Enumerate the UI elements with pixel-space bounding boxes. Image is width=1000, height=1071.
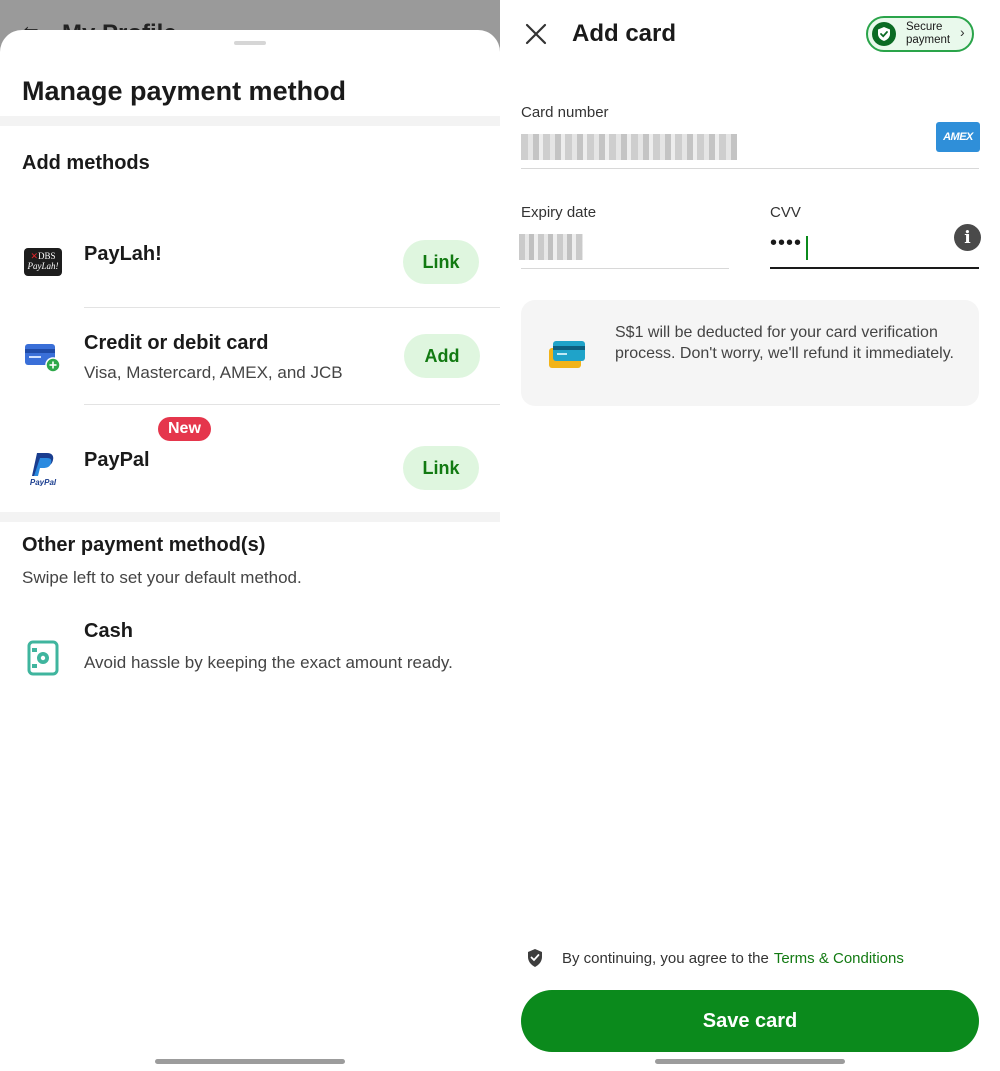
amex-logo-icon: AMEX — [936, 122, 980, 152]
section-divider — [0, 512, 500, 522]
terms-row: By continuing, you agree to the Terms & … — [526, 948, 904, 968]
swipe-hint: Swipe left to set your default method. — [22, 568, 302, 587]
secure-payment-badge[interactable]: Secure payment › — [866, 16, 974, 52]
page-title: Manage payment method — [22, 76, 347, 106]
expiry-date-label: Expiry date — [521, 204, 597, 221]
cvv-input[interactable]: •••• — [770, 232, 802, 255]
credit-card-title: Credit or debit card — [84, 332, 269, 354]
chevron-right-icon: › — [960, 24, 965, 40]
svg-text:PayPal: PayPal — [30, 478, 57, 486]
cvv-underline — [770, 267, 979, 269]
section-divider — [0, 116, 500, 126]
home-indicator — [655, 1059, 845, 1064]
link-paypal-button[interactable]: Link — [403, 446, 479, 490]
shield-check-icon — [528, 949, 542, 967]
link-paylah-button[interactable]: Link — [403, 240, 479, 284]
save-card-button[interactable]: Save card — [521, 990, 979, 1052]
card-number-label: Card number — [521, 104, 609, 121]
shield-check-icon — [872, 22, 896, 46]
verification-notice: S$1 will be deducted for your card verif… — [521, 300, 979, 406]
secure-payment-label: Secure payment — [906, 21, 951, 46]
row-divider — [84, 307, 500, 308]
paylah-title: PayLah! — [84, 243, 162, 265]
text-cursor — [806, 236, 808, 260]
manage-payment-panel: ← My Profile Manage payment method Add m… — [0, 0, 500, 1071]
row-divider — [84, 404, 500, 405]
credit-card-add-icon — [24, 337, 62, 375]
terms-prefix: By continuing, you agree to the — [562, 949, 769, 967]
card-number-underline — [521, 168, 979, 169]
home-indicator — [155, 1059, 345, 1064]
verification-notice-text: S$1 will be deducted for your card verif… — [615, 324, 954, 362]
credit-card-subtitle: Visa, Mastercard, AMEX, and JCB — [84, 363, 343, 382]
add-card-button[interactable]: Add — [404, 334, 480, 378]
add-methods-heading: Add methods — [22, 152, 150, 174]
cash-subtitle: Avoid hassle by keeping the exact amount… — [84, 653, 453, 672]
cash-title: Cash — [84, 620, 133, 642]
other-methods-heading: Other payment method(s) — [22, 534, 266, 556]
cash-icon — [24, 638, 62, 676]
info-icon[interactable]: i — [954, 224, 981, 251]
expiry-date-underline — [521, 268, 729, 269]
expiry-date-input[interactable] — [519, 234, 583, 260]
card-number-input[interactable] — [521, 134, 737, 160]
credit-cards-icon — [549, 341, 585, 368]
close-icon[interactable] — [524, 22, 548, 46]
sheet-drag-handle[interactable] — [234, 41, 266, 45]
add-card-panel: Add card Secure payment › Card number AM… — [500, 0, 1000, 1071]
paypal-title: PayPal — [84, 449, 150, 471]
new-badge: New — [158, 417, 211, 441]
terms-link[interactable]: Terms & Conditions — [774, 950, 904, 967]
cvv-label: CVV — [770, 204, 801, 221]
dbs-paylah-icon: ✕DBS PayLah! — [24, 243, 62, 281]
page-title: Add card — [572, 20, 677, 47]
paypal-icon: PayPal — [24, 449, 62, 487]
